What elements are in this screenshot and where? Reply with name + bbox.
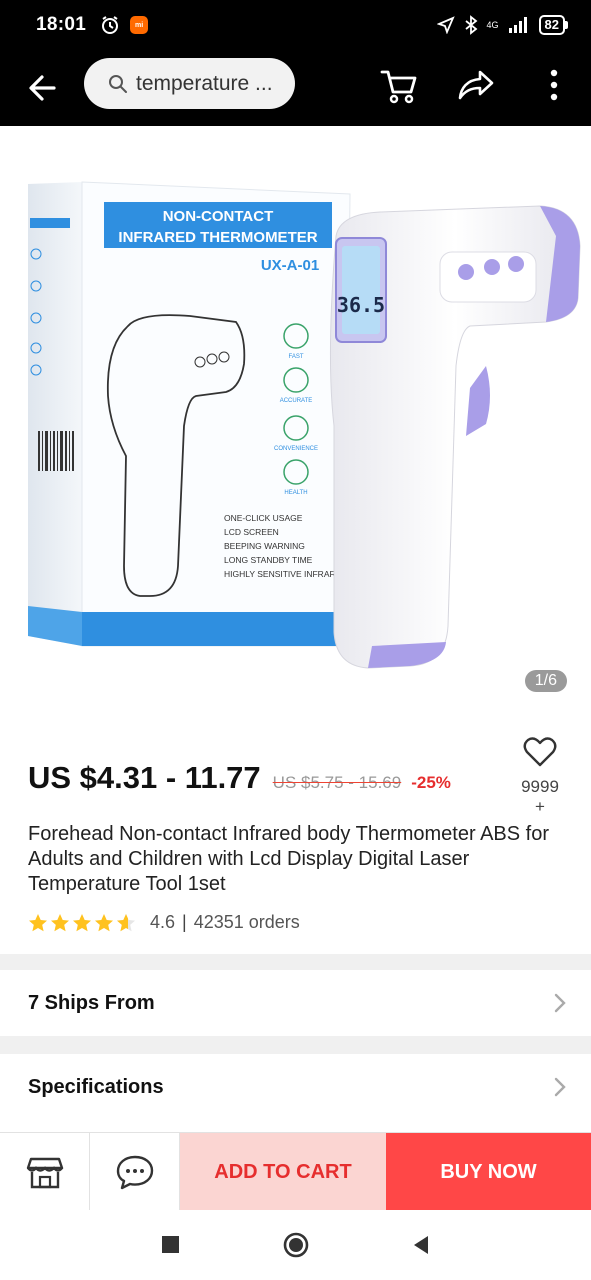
back-triangle-icon[interactable] xyxy=(410,1234,432,1256)
feature-icon-1: FAST xyxy=(288,354,303,360)
feature-4: LONG STANDBY TIME xyxy=(224,555,313,565)
home-icon[interactable] xyxy=(282,1231,310,1259)
location-icon xyxy=(436,16,455,34)
feature-icon-2: ACCURATE xyxy=(280,398,313,404)
chevron-right-icon xyxy=(554,993,566,1013)
box-title-line2: INFRARED THERMOMETER xyxy=(118,229,317,246)
orders-count: 42351 orders xyxy=(193,912,300,932)
rating-row[interactable]: 4.6 | 42351 orders xyxy=(28,912,300,933)
discount-badge: -25% xyxy=(411,773,451,792)
clock: 18:01 xyxy=(36,14,87,35)
star-rating xyxy=(28,913,136,933)
product-image: NON-CONTACT INFRARED THERMOMETER UX-A-01… xyxy=(28,181,581,669)
buy-now-button[interactable]: BUY NOW xyxy=(386,1133,591,1211)
battery-indicator: 82 xyxy=(538,15,569,35)
feature-2: LCD SCREEN xyxy=(224,527,279,537)
rating-separator: | xyxy=(182,912,187,932)
share-icon[interactable] xyxy=(456,64,498,106)
add-to-cart-button[interactable]: ADD TO CART xyxy=(180,1133,386,1211)
product-image-gallery[interactable]: NON-CONTACT INFRARED THERMOMETER UX-A-01… xyxy=(0,126,591,726)
specifications-row[interactable]: Specifications xyxy=(0,1054,591,1120)
price: US $4.31 - 11.77 xyxy=(28,760,261,795)
network-indicator: 4G xyxy=(486,19,499,30)
wishlist-count: 9999 xyxy=(521,777,559,796)
alarm-icon xyxy=(102,16,119,34)
feature-1: ONE-CLICK USAGE xyxy=(224,513,303,523)
ships-from-row[interactable]: 7 Ships From xyxy=(0,970,591,1036)
box-title-line1: NON-CONTACT xyxy=(163,208,274,225)
more-options-icon[interactable] xyxy=(538,64,570,106)
specifications-label: Specifications xyxy=(28,1075,164,1098)
rating-value: 4.6 xyxy=(150,912,176,932)
section-divider xyxy=(0,1036,591,1054)
chat-icon xyxy=(116,1155,153,1190)
recents-icon[interactable] xyxy=(160,1234,182,1256)
section-divider xyxy=(0,954,591,970)
store-button[interactable] xyxy=(0,1133,90,1211)
back-arrow-icon[interactable] xyxy=(24,69,62,107)
chevron-right-icon xyxy=(554,1077,566,1097)
gallery-page-indicator: 1/6 xyxy=(524,670,567,692)
search-icon xyxy=(109,74,127,93)
search-query: temperature ... xyxy=(136,71,273,95)
half-star-icon xyxy=(117,913,135,931)
search-input[interactable]: temperature ... xyxy=(84,58,295,109)
original-price: US $5.75 - 15.69 xyxy=(272,773,402,792)
star-icon xyxy=(29,913,47,931)
signal-icon xyxy=(508,17,527,33)
price-row: US $4.31 - 11.77 US $5.75 - 15.69 -25% xyxy=(28,760,451,796)
product-title: Forehead Non-contact Infrared body Therm… xyxy=(28,823,550,895)
box-model: UX-A-01 xyxy=(261,257,319,274)
feature-icon-3: CONVENIENCE xyxy=(274,446,318,452)
mi-app-icon: mi xyxy=(130,16,149,34)
bluetooth-icon xyxy=(464,15,477,35)
app-bar: temperature ... xyxy=(0,50,591,126)
star-icon xyxy=(51,913,69,931)
status-bar: 18:01 mi 4G 82 xyxy=(0,0,591,50)
chat-button[interactable] xyxy=(90,1133,180,1211)
heart-icon xyxy=(523,737,557,767)
star-icon xyxy=(73,913,91,931)
cart-icon[interactable] xyxy=(378,64,420,106)
store-icon xyxy=(26,1157,63,1189)
wishlist-button[interactable]: 9999 + xyxy=(512,736,568,817)
lcd-reading: 36.5 xyxy=(337,293,385,317)
system-navigation-bar xyxy=(0,1210,591,1280)
star-icon xyxy=(95,913,113,931)
wishlist-plus: + xyxy=(535,797,545,816)
bottom-action-bar: ADD TO CART BUY NOW xyxy=(0,1132,591,1211)
feature-3: BEEPING WARNING xyxy=(224,541,305,551)
feature-icon-4: HEALTH xyxy=(284,490,307,496)
ships-from-label: 7 Ships From xyxy=(28,991,155,1014)
